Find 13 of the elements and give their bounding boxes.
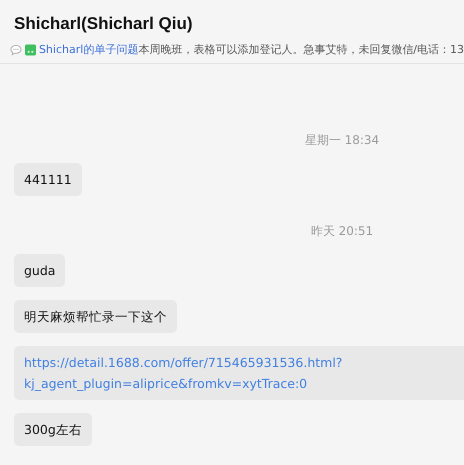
message-timestamp: 星期一 18:34 [304, 132, 380, 149]
spreadsheet-icon [24, 44, 36, 56]
message-bubble: 明天麻烦帮忙录一下这个 [14, 300, 177, 333]
chat-title: Shicharl(Shicharl Qiu) [14, 14, 194, 34]
message-timestamp: 昨天 20:51 [310, 223, 374, 240]
speech-bubble-icon [10, 44, 22, 56]
message-bubble: 441111 [14, 163, 82, 196]
message-bubble: guda [14, 254, 66, 287]
message-link[interactable]: kj_agent_plugin=aliprice&fromkv=xytTrace:0 [24, 373, 308, 394]
notice-link[interactable]: Shicharl的单子问题 [38, 43, 138, 56]
message-bubble: 300g左右 [14, 413, 92, 446]
group-notice: Shicharl的单子问题本周晚班，表格可以添加登记人。急事艾特，未回复微信/电话：13 [38, 42, 464, 57]
message-link[interactable]: https://detail.1688.com/offer/715465931536.html? [24, 352, 342, 373]
